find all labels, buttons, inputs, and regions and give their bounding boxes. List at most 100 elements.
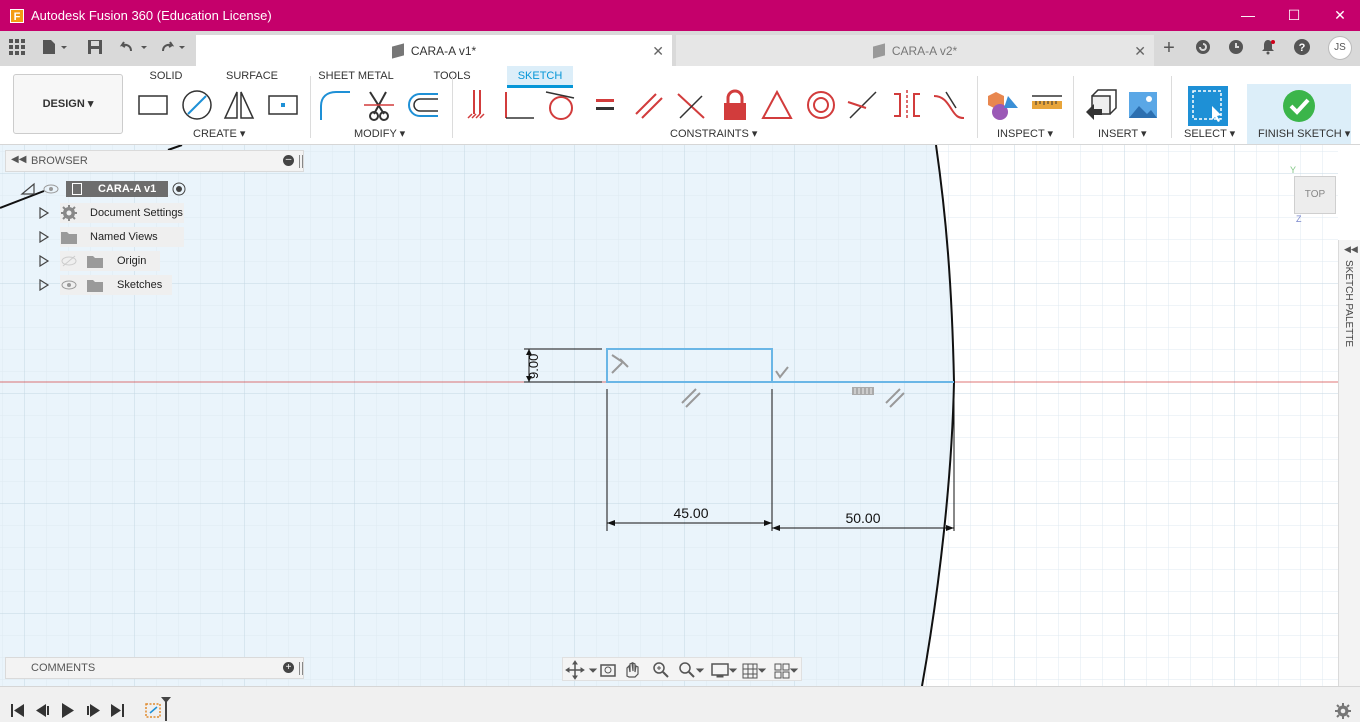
browser-item-document-settings[interactable]: Document Settings: [38, 203, 184, 223]
sketch-palette-tab[interactable]: ◀◀ SKETCH PALETTE: [1338, 240, 1360, 686]
curvature-constraint-icon[interactable]: [932, 88, 966, 122]
tab-cara-a-v2[interactable]: CARA-A v2* ✕: [676, 35, 1154, 66]
browser-item-sketches[interactable]: Sketches: [38, 275, 172, 295]
activate-radio-icon[interactable]: [172, 182, 186, 196]
insert-menu[interactable]: INSERT ▾: [1098, 127, 1147, 140]
add-comment-button[interactable]: +: [283, 662, 294, 673]
tab-surface[interactable]: SURFACE: [222, 66, 282, 88]
height-dimension-label[interactable]: 9.00: [526, 352, 546, 380]
gear-icon: [61, 205, 77, 221]
notifications-bell-icon[interactable]: [1259, 39, 1277, 57]
constraints-menu[interactable]: CONSTRAINTS ▾: [670, 127, 757, 140]
separator: [1171, 76, 1172, 138]
timeline-settings-gear-icon[interactable]: [1334, 702, 1352, 720]
mirror-tool-icon[interactable]: [222, 88, 256, 122]
root-component-label[interactable]: CARA-A v1: [66, 181, 168, 197]
close-tab-icon[interactable]: ✕: [1134, 43, 1146, 60]
sketch-palette-label: SKETCH PALETTE: [1343, 260, 1354, 348]
browser-panel-header: ◀◀ BROWSER –: [5, 150, 304, 172]
measure-ruler-icon[interactable]: [1030, 88, 1064, 122]
concentric-constraint-icon[interactable]: [804, 88, 838, 122]
tab-sheet-metal[interactable]: SHEET METAL: [315, 66, 397, 88]
job-status-icon[interactable]: [1194, 39, 1212, 57]
redo-icon[interactable]: [158, 39, 190, 57]
select-menu[interactable]: SELECT ▾: [1184, 127, 1235, 140]
circle-tool-icon[interactable]: [180, 88, 214, 122]
save-icon[interactable]: [86, 39, 104, 57]
finish-sketch-button[interactable]: FINISH SKETCH ▾: [1258, 127, 1350, 140]
undo-icon[interactable]: [118, 39, 150, 57]
browser-item-label: Document Settings: [90, 207, 183, 219]
width-left-dimension-label[interactable]: 45.00: [660, 505, 722, 521]
file-menu-icon[interactable]: [40, 39, 70, 57]
insert-derive-icon[interactable]: [1084, 88, 1118, 122]
view-cube[interactable]: TOP: [1294, 176, 1336, 214]
expand-arrow-icon[interactable]: [38, 207, 50, 219]
folder-icon: [87, 280, 103, 292]
collinear-constraint-icon[interactable]: [846, 88, 880, 122]
measure-shapes-icon[interactable]: [986, 88, 1020, 122]
sketch-drawing[interactable]: [0, 145, 1338, 686]
document-tab-bar: CARA-A v1* ✕ CARA-A v2* ✕ + ? JS: [0, 31, 1360, 66]
title-bar: F Autodesk Fusion 360 (Education License…: [0, 0, 1360, 31]
create-menu[interactable]: CREATE ▾: [193, 127, 245, 140]
panel-pin-icon[interactable]: [299, 662, 303, 675]
insert-canvas-image-icon[interactable]: [1126, 88, 1160, 122]
separator: [452, 76, 453, 138]
tab-cara-a-v1[interactable]: CARA-A v1* ✕: [196, 35, 672, 66]
close-tab-icon[interactable]: ✕: [652, 43, 664, 60]
browser-collapse-button[interactable]: –: [283, 155, 294, 166]
toolbar-ribbon: DESIGN ▾ SOLID SURFACE SHEET METAL TOOLS…: [0, 66, 1360, 145]
select-tool-icon[interactable]: [1188, 86, 1228, 126]
expand-arrow-icon[interactable]: [38, 279, 50, 291]
maximize-button[interactable]: ☐: [1271, 0, 1317, 31]
finish-checkmark-icon[interactable]: [1282, 89, 1316, 123]
fillet-tool-icon[interactable]: [318, 88, 352, 122]
visibility-eye-icon[interactable]: [60, 278, 78, 292]
symmetry-constraint-icon[interactable]: [890, 88, 924, 122]
expand-triangle-icon[interactable]: [20, 182, 36, 196]
coincident-constraint-icon[interactable]: [460, 88, 494, 122]
modify-menu[interactable]: MODIFY ▾: [354, 127, 405, 140]
inspect-menu[interactable]: INSPECT ▾: [997, 127, 1053, 140]
browser-item-origin[interactable]: Origin: [38, 251, 160, 271]
tab-sketch[interactable]: SKETCH: [507, 66, 573, 88]
expand-arrow-icon[interactable]: [38, 255, 50, 267]
sketch-canvas[interactable]: 9.00 45.00 50.00 TOP X Y Z: [0, 145, 1338, 686]
help-icon[interactable]: ?: [1293, 39, 1311, 57]
trim-scissors-icon[interactable]: [362, 88, 396, 122]
browser-root-row[interactable]: CARA-A v1: [20, 179, 186, 199]
equal-constraint-icon[interactable]: [588, 88, 622, 122]
z-axis-label: Z: [1296, 214, 1302, 224]
horizontal-vertical-constraint-icon[interactable]: [502, 88, 536, 122]
collapse-browser-icon[interactable]: ◀◀: [11, 154, 26, 165]
parallel-constraint-icon[interactable]: [632, 88, 666, 122]
width-right-dimension-label[interactable]: 50.00: [832, 510, 894, 526]
new-tab-icon[interactable]: +: [1158, 38, 1180, 58]
midpoint-constraint-icon[interactable]: [760, 88, 794, 122]
history-clock-icon[interactable]: [1227, 39, 1245, 57]
visibility-eye-icon[interactable]: [42, 182, 60, 196]
rectangle-tool-icon[interactable]: [136, 88, 170, 122]
close-window-button[interactable]: ✕: [1317, 0, 1360, 31]
fix-lock-icon[interactable]: [718, 88, 752, 122]
hidden-eye-icon[interactable]: [60, 254, 78, 268]
browser-item-named-views[interactable]: Named Views: [38, 227, 184, 247]
perpendicular-constraint-icon[interactable]: [674, 88, 708, 122]
workspace-switcher[interactable]: DESIGN ▾: [13, 74, 123, 134]
browser-item-label: Sketches: [117, 279, 163, 291]
navigation-tools[interactable]: [563, 658, 803, 682]
offset-tool-icon[interactable]: [406, 88, 440, 122]
expand-palette-icon[interactable]: ◀◀: [1344, 244, 1358, 255]
tab-solid[interactable]: SOLID: [142, 66, 190, 88]
expand-arrow-icon[interactable]: [38, 231, 50, 243]
minimize-button[interactable]: —: [1225, 0, 1271, 31]
panel-pin-icon[interactable]: [299, 155, 303, 168]
timeline-controls[interactable]: [0, 687, 200, 723]
project-tool-icon[interactable]: [266, 88, 300, 122]
user-avatar[interactable]: JS: [1328, 36, 1352, 60]
component-icon: [391, 42, 404, 59]
tangent-constraint-icon[interactable]: [544, 88, 578, 122]
component-icon: [872, 42, 885, 59]
app-grid-icon[interactable]: [8, 39, 26, 57]
